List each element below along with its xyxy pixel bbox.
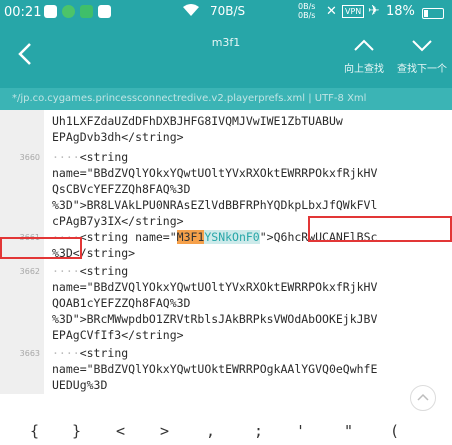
find-previous-button[interactable]: 向上查找: [337, 36, 391, 84]
code-text: <string: [79, 346, 129, 360]
image-notification-icon: [98, 5, 111, 18]
code-text: %3D">BRcMWwpdbO1ZRVtRblsJAkBRPksVWOdAbOO…: [52, 312, 378, 326]
status-time: 00:21: [4, 5, 42, 20]
symbol-key[interactable]: ;: [254, 422, 263, 440]
app-notification-icon: [80, 5, 93, 18]
code-text: <string: [79, 264, 129, 278]
app-toolbar: 00:21 70B/S 0B/s 0B/s ✕ VPN ✈ 18% m3f1 向…: [0, 0, 452, 88]
symbol-input-bar: {} < >,; ' " (: [0, 412, 452, 445]
vpn-badge: VPN: [342, 5, 365, 18]
symbol-key[interactable]: ': [296, 422, 305, 440]
symbol-key[interactable]: ,: [206, 422, 215, 440]
code-line: UEDUg%3D: [52, 378, 107, 392]
code-text: name="BBdZVQlYOkxYQwtUOktEWRRPOgkAAlYGVQ…: [52, 362, 378, 376]
wifi-icon: [183, 4, 199, 16]
code-text: <string: [79, 150, 129, 164]
indent-dots: ····: [52, 346, 80, 360]
code-line: cPAgB7y3IX</string>: [52, 214, 184, 228]
code-line: QsCBVcYEFZZQh8FAQ%3D: [52, 182, 190, 196]
status-bar: 00:21 70B/S 0B/s 0B/s ✕ VPN ✈ 18%: [0, 0, 452, 26]
line-number: 3663: [19, 349, 40, 358]
find-previous-label: 向上查找: [344, 64, 384, 75]
code-text: EPAgCVfIf3</string>: [52, 328, 184, 342]
file-path-text: */jp.co.cygames.princessconnectredive.v2…: [12, 93, 367, 104]
code-text: Uh1LXFZdaUZdDFhDXBJHFG8IVQMJVwIWE1ZbTUAB…: [52, 114, 343, 128]
find-next-button[interactable]: 查找下一个: [392, 36, 452, 84]
notification-icon: [44, 5, 57, 18]
code-line: %3D">BRcMWwpdbO1ZRVtRblsJAkBRPksVWOdAbOO…: [52, 312, 377, 326]
indent-dots: ····: [52, 264, 80, 278]
code-line: ····<string: [52, 346, 128, 360]
mute-icon: ✕: [326, 4, 337, 19]
battery-percent: 18%: [386, 4, 415, 19]
symbol-key[interactable]: >: [160, 422, 169, 440]
highlight-box-line: [0, 237, 82, 259]
app-notification-icon: [62, 5, 75, 18]
search-match-highlight: M3F1: [176, 230, 205, 244]
code-line: name="BBdZVQlYOkxYQwtUOktEWRRPOgkAAlYGVQ…: [52, 362, 377, 376]
code-text: UEDUg%3D: [52, 378, 108, 392]
find-next-label: 查找下一个: [397, 64, 447, 75]
line-number: 3662: [19, 267, 40, 276]
symbol-key[interactable]: ": [344, 422, 353, 440]
symbol-key[interactable]: }: [72, 422, 81, 440]
symbol-key[interactable]: {: [30, 422, 39, 440]
scroll-to-top-button[interactable]: [410, 385, 436, 411]
code-text: <string name=": [79, 230, 177, 244]
file-path-bar: */jp.co.cygames.princessconnectredive.v2…: [0, 88, 452, 110]
code-text: ">: [259, 230, 274, 244]
airplane-icon: ✈: [368, 3, 380, 19]
chevron-up-icon: [354, 39, 374, 51]
code-line: Uh1LXFZdaUZdDFhDXBJHFG8IVQMJVwIWE1ZbTUAB…: [52, 114, 343, 128]
chevron-up-icon: [417, 393, 429, 401]
code-text: QsCBVcYEFZZQh8FAQ%3D: [52, 182, 191, 196]
indent-dots: ····: [52, 150, 80, 164]
code-editor[interactable]: Uh1LXFZdaUZdDFhDXBJHFG8IVQMJVwIWE1ZbTUAB…: [0, 110, 452, 394]
chevron-down-icon: [412, 40, 432, 52]
code-line: EPAgDvb3dh</string>: [52, 130, 184, 144]
code-line: ····<string: [52, 264, 128, 278]
symbol-key[interactable]: (: [390, 422, 399, 440]
highlight-box-value: [308, 216, 452, 242]
network-speed: 70B/S: [210, 4, 246, 18]
code-line: EPAgCVfIf3</string>: [52, 328, 184, 342]
code-line: name="BBdZVQlYOkxYQwtUOltYVxRXOktEWRRPOk…: [52, 166, 377, 180]
code-line: name="BBdZVQlYOkxYQwtUOltYVxRXOktEWRRPOk…: [52, 280, 377, 294]
code-line: %3D">BR8LVAkLPU0NRAsEZlVdBBFRPhYQDkpLbxJ…: [52, 198, 377, 212]
code-text: name="BBdZVQlYOkxYQwtUOltYVxRXOktEWRRPOk…: [52, 166, 378, 180]
code-text: name="BBdZVQlYOkxYQwtUOltYVxRXOktEWRRPOk…: [52, 280, 378, 294]
line-number: 3660: [19, 153, 40, 162]
code-text: cPAgB7y3IX</string>: [52, 214, 184, 228]
code-text: EPAgDvb3dh</string>: [52, 130, 184, 144]
code-line: ····<string: [52, 150, 128, 164]
battery-icon: [422, 8, 444, 19]
code-text: %3D">BR8LVAkLPU0NRAsEZlVdBBFRPhYQDkpLbxJ…: [52, 198, 378, 212]
symbol-key[interactable]: <: [116, 422, 125, 440]
code-text: QOAB1cYEFZZQh8FAQ%3D: [52, 296, 191, 310]
code-line: QOAB1cYEFZZQh8FAQ%3D: [52, 296, 190, 310]
selected-text-highlight: YSNkOnF0: [204, 230, 260, 244]
network-traffic: 0B/s 0B/s: [298, 2, 316, 20]
